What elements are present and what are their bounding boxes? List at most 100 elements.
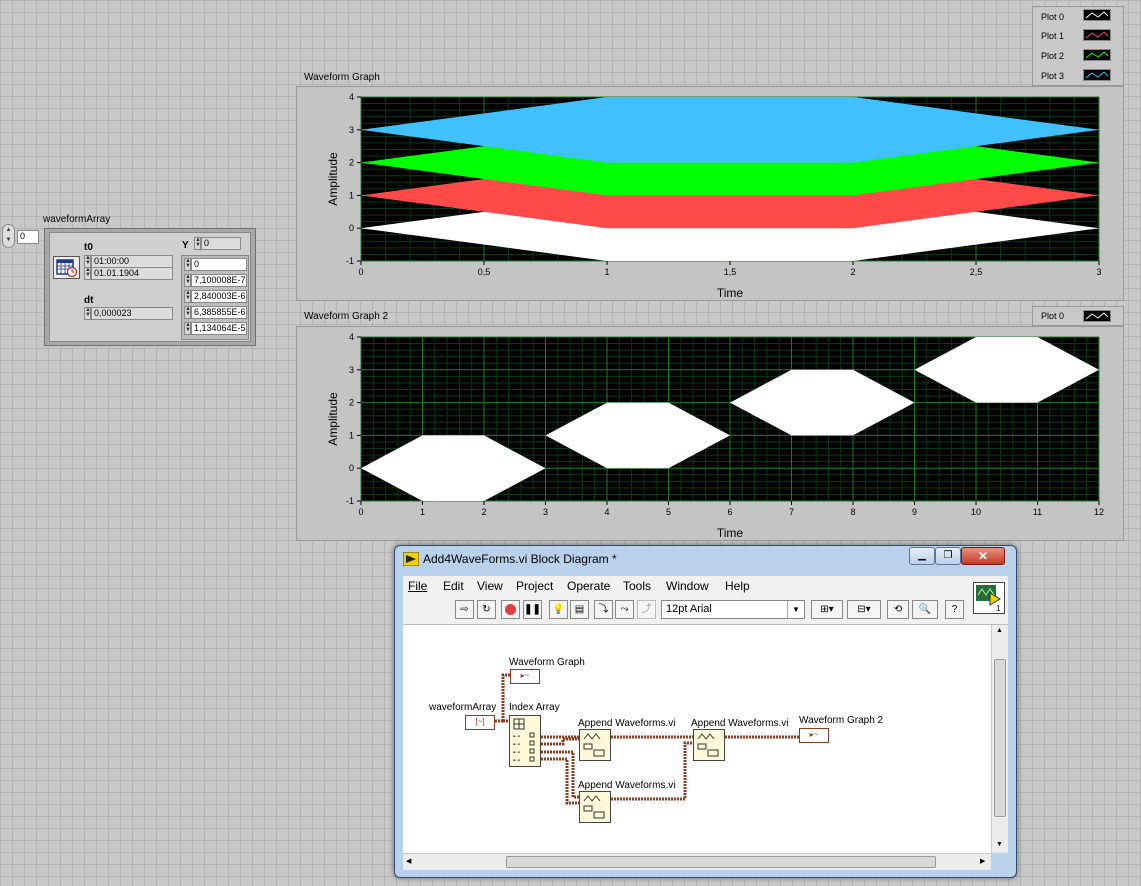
index-spinner[interactable]: ▲ ▼: [2, 224, 15, 248]
append-waveforms-node-2[interactable]: [579, 791, 611, 823]
waveform-graph-2[interactable]: 0 1 2 3 4 5 6 7 8 9 10 11 12-101234TimeAmplitude: [297, 327, 1123, 540]
append-waveforms-node-3[interactable]: [693, 729, 725, 761]
menu-tools[interactable]: Tools: [623, 579, 651, 593]
waveform-graph-2-terminal[interactable]: ▸~: [799, 728, 829, 743]
highlight-execution-icon[interactable]: 💡: [549, 600, 568, 619]
block-diagram-window[interactable]: Add4WaveForms.vi Block Diagram * ▁ ❐ ✕ F…: [394, 545, 1017, 878]
legend2-plot-0[interactable]: Plot 0: [1041, 308, 1064, 324]
menu-edit[interactable]: Edit: [443, 579, 464, 593]
dt-field[interactable]: 0,000023: [91, 307, 173, 320]
graph2-frame: 0 1 2 3 4 5 6 7 8 9 10 11 12 -1 0 1 2 3 4 Time Amplitude: [296, 326, 1124, 541]
scroll-up-arrow-icon[interactable]: ▲: [996, 627, 1003, 634]
chevron-down-icon: ▼: [787, 601, 804, 618]
menu-help[interactable]: Help: [725, 579, 750, 593]
vi-connector-pane-icon[interactable]: 1: [973, 582, 1005, 614]
scroll-down-arrow-icon[interactable]: ▼: [996, 841, 1003, 848]
menu-window[interactable]: Window: [666, 579, 709, 593]
append-waveforms-node-1[interactable]: [579, 729, 611, 761]
legend-plot-0-label: Plot 0: [1041, 12, 1065, 22]
legend-plot-2[interactable]: Plot 2: [1041, 48, 1064, 64]
y-tick-label: -1: [346, 496, 354, 506]
x-tick-label: 2: [850, 267, 855, 277]
y-tick-label: 2: [349, 158, 354, 168]
retain-wire-values-icon[interactable]: ▤: [570, 600, 589, 619]
dt-spinner[interactable]: ▲ ▼: [84, 307, 91, 320]
menu-file[interactable]: File: [408, 579, 427, 593]
scroll-left-arrow-icon[interactable]: ◀: [406, 857, 411, 865]
x-tick-label: 2,5: [970, 267, 983, 277]
y-value-field[interactable]: 6,385855E-6: [191, 306, 247, 319]
y-value-field[interactable]: 0: [191, 258, 247, 271]
x-tick-label: 1: [604, 267, 609, 277]
step-over-icon[interactable]: ⤳: [615, 600, 634, 619]
align-objects-icon[interactable]: ⊞▾: [811, 600, 843, 619]
y-index-spinner[interactable]: ▲ ▼: [194, 237, 201, 250]
calendar-icon[interactable]: [53, 256, 80, 279]
minimize-button[interactable]: ▁: [909, 547, 935, 565]
x-tick-label: 2: [481, 507, 486, 517]
abort-icon[interactable]: [501, 600, 520, 619]
y-tick-label: 3: [349, 125, 354, 135]
append3-label: Append Waveforms.vi: [691, 718, 789, 729]
waveform-array-terminal[interactable]: [~]: [465, 715, 495, 730]
y-value-field[interactable]: 1,134064E-5: [191, 322, 247, 335]
legend-plot-1[interactable]: Plot 1: [1041, 28, 1064, 44]
legend-plot-0[interactable]: Plot 0: [1041, 9, 1064, 25]
y-index-field[interactable]: 0: [201, 237, 241, 250]
waveform-graph-1[interactable]: 0 0,5 1 1,5 2 2,5 3 -1 0 1 2 3 4 Time Amplitude: [297, 87, 1123, 300]
help-icon[interactable]: ?: [945, 600, 964, 619]
dt-label: dt: [84, 295, 94, 306]
x-axis-label: Time: [717, 286, 744, 300]
graph2-legend[interactable]: Plot 0: [1032, 306, 1124, 326]
waveform-graph-2-label: Waveform Graph 2: [799, 715, 884, 726]
run-continuously-icon[interactable]: ↻: [477, 600, 496, 619]
legend-plot-3[interactable]: Plot 3: [1041, 68, 1064, 84]
t0-date-field[interactable]: 01.01.1904: [91, 267, 173, 280]
index-input[interactable]: 0: [17, 230, 39, 244]
graph1-legend[interactable]: Plot 0 Plot 1 Plot 2 Plot 3: [1032, 6, 1124, 86]
horizontal-scrollbar[interactable]: ◀ ▶: [403, 853, 991, 870]
vertical-scrollbar[interactable]: ▲ ▼: [991, 625, 1008, 853]
x-tick-label: 0,5: [478, 267, 491, 277]
menu-view[interactable]: View: [477, 579, 503, 593]
pause-icon[interactable]: ❚❚: [523, 600, 542, 619]
labview-window-icon: [402, 551, 420, 567]
x-tick-label: 8: [850, 507, 855, 517]
run-arrow-icon[interactable]: ⇨: [455, 600, 474, 619]
menu-operate[interactable]: Operate: [567, 579, 610, 593]
y-tick-label: 1: [349, 430, 354, 440]
svg-text:▪⇢: ▪⇢: [513, 742, 520, 748]
scroll-right-arrow-icon[interactable]: ▶: [980, 857, 985, 865]
step-into-icon[interactable]: ⤵: [594, 600, 613, 619]
t0-date-spinner[interactable]: ▲ ▼: [84, 267, 91, 280]
reorder-icon[interactable]: ⟲: [887, 600, 909, 619]
legend-swatch: [1083, 49, 1111, 61]
waveform-array-label: waveformArray: [429, 702, 497, 713]
y-value-spinner[interactable]: ▲ ▼: [184, 306, 191, 319]
step-out-icon: ⤴: [637, 600, 656, 619]
append2-label: Append Waveforms.vi: [578, 780, 676, 791]
y-value-field[interactable]: 2,840003E-6: [191, 290, 247, 303]
waveform-graph-terminal[interactable]: ▸~: [510, 669, 540, 684]
font-select[interactable]: 12pt Arial ▼: [661, 600, 805, 619]
y-tick-label: -1: [346, 256, 354, 266]
y-value-spinner[interactable]: ▲ ▼: [184, 274, 191, 287]
x-tick-label: 9: [912, 507, 917, 517]
y-tick-label: 4: [349, 332, 354, 342]
horizontal-scroll-thumb[interactable]: [506, 856, 936, 868]
y-value-field[interactable]: 7,100008E-7: [191, 274, 247, 287]
menu-project[interactable]: Project: [516, 579, 553, 593]
y-value-spinner[interactable]: ▲ ▼: [184, 322, 191, 335]
x-tick-label: 5: [666, 507, 671, 517]
y-value-spinner[interactable]: ▲ ▼: [184, 258, 191, 271]
zoom-search-icon[interactable]: 🔍: [912, 600, 938, 619]
index-array-node[interactable]: ▪⇢ ▪⇢ ▪⇢ ▪⇢: [509, 715, 541, 767]
distribute-objects-icon[interactable]: ⊟▾: [847, 600, 881, 619]
wire-index-out-1: [541, 737, 579, 746]
close-button[interactable]: ✕: [961, 547, 1005, 565]
menu-bar: File Edit View Project Operate Tools Win…: [403, 576, 1008, 596]
diagram-canvas[interactable]: waveformArray [~] Waveform Graph ▸~ Inde…: [403, 625, 991, 853]
maximize-button[interactable]: ❐: [935, 547, 961, 565]
y-value-spinner[interactable]: ▲ ▼: [184, 290, 191, 303]
vertical-scroll-thumb[interactable]: [994, 659, 1006, 817]
